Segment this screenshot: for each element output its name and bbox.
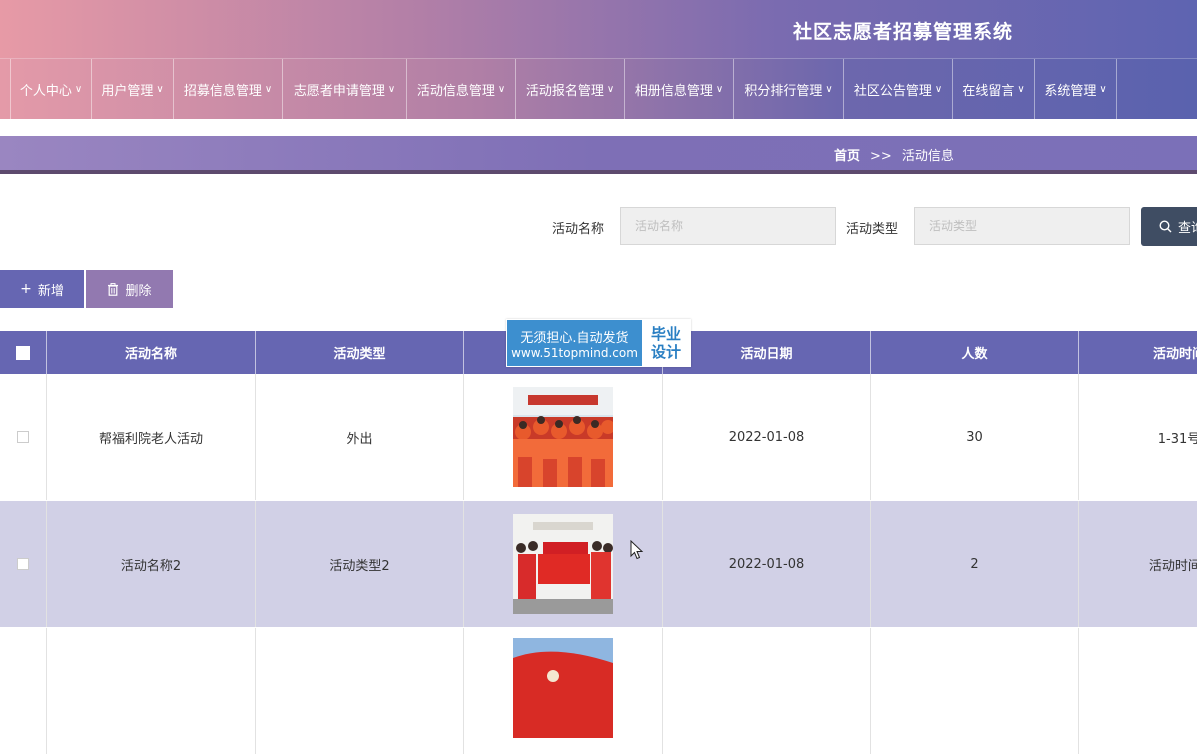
chevron-down-icon: ∨ [934,83,943,95]
mouse-cursor-icon [630,540,644,560]
nav-item-recruit[interactable]: 招募信息管理 ∨ [174,59,283,119]
breadcrumb: 首页 >> 活动信息 [834,145,954,164]
cell-activity-image [464,374,663,500]
chevron-down-icon: ∨ [606,83,615,95]
cell-activity-image [464,501,663,627]
activity-photo [513,514,613,614]
add-button[interactable]: + 新增 [0,270,84,308]
cell-activity-name: 活动名称2 [47,501,256,627]
plus-icon: + [20,281,32,297]
app-title: 社区志愿者招募管理系统 [793,21,1014,43]
header-activity-name: 活动名称 [47,331,256,374]
chevron-down-icon: ∨ [1017,83,1025,95]
chevron-down-icon: ∨ [497,83,506,95]
search-icon [1159,220,1172,233]
watermark-badge: 无须担心.自动发货 www.51topmind.com 毕业 设计 [506,319,691,367]
select-all-checkbox[interactable] [16,345,30,360]
breadcrumb-home[interactable]: 首页 [834,149,860,164]
watermark-tag1: 毕业 [650,325,681,343]
breadcrumb-separator: >> [870,149,892,164]
activity-type-label: 活动类型 [846,222,899,237]
activity-photo [513,387,613,487]
activity-name-input[interactable] [620,207,836,245]
chevron-down-icon: ∨ [1099,83,1107,95]
nav-item-messages[interactable]: 在线留言 ∨ [953,59,1035,119]
trash-icon [108,282,119,296]
cell-activity-time [1079,628,1197,754]
delete-button[interactable]: 删除 [86,270,173,308]
header-activity-type: 活动类型 [256,331,464,374]
table-row[interactable]: 帮福利院老人活动 外出 2022-01-08 30 1-31号 [0,374,1197,500]
chevron-down-icon: ∨ [156,83,164,95]
chevron-down-icon: ∨ [715,83,724,95]
table-row[interactable]: 活动名称2 活动类型2 2022-01-08 2 活动时间2 [0,501,1197,627]
chevron-down-icon: ∨ [825,83,833,95]
row-checkbox[interactable] [17,558,29,570]
cell-count: 30 [871,374,1079,500]
chevron-down-icon: ∨ [74,83,83,95]
cell-activity-date: 2022-01-08 [663,374,871,500]
cell-count: 2 [871,501,1079,627]
select-all-cell [0,331,47,374]
nav-item-volunteer-apply[interactable]: 志愿者申请管理 ∨ [283,59,407,119]
breadcrumb-bar: 首页 >> 活动信息 [0,136,1197,174]
nav-item-activity-signup[interactable]: 活动报名管理 ∨ [516,59,625,119]
cell-activity-type [256,628,464,754]
main-nav: 个人中心 ∨ 用户管理 ∨ 招募信息管理 ∨ 志愿者申请管理 ∨ 活动信息管理 ∨ 活动报… [0,58,1197,119]
nav-item-system[interactable]: 系统管理 ∨ [1035,59,1117,119]
cell-activity-date [663,628,871,754]
nav-item-notice[interactable]: 社区公告管理 ∨ [844,59,953,119]
nav-item-personal[interactable]: 个人中心 ∨ [11,59,92,119]
activity-name-label: 活动名称 [552,222,605,237]
cell-activity-time: 活动时间2 [1148,558,1197,574]
header-activity-date: 活动日期 [663,331,871,374]
app-header: 社区志愿者招募管理系统 [0,0,1197,58]
activity-photo [513,638,613,738]
cell-activity-type: 外出 [256,374,464,500]
watermark-tag2: 设计 [650,343,681,361]
watermark-line2: www.51topmind.com [511,345,638,360]
nav-item-users[interactable]: 用户管理 ∨ [92,59,174,119]
nav-item-activity-info[interactable]: 活动信息管理 ∨ [407,59,516,119]
watermark-line1: 无须担心.自动发货 [520,330,629,346]
activity-type-input[interactable] [914,207,1130,245]
chevron-down-icon: ∨ [264,83,273,95]
nav-item-album[interactable]: 相册信息管理 ∨ [625,59,734,119]
cell-activity-date: 2022-01-08 [663,501,871,627]
row-checkbox[interactable] [17,431,29,443]
cell-activity-type: 活动类型2 [256,501,464,627]
header-count: 人数 [871,331,1079,374]
cell-activity-time: 1-31号 [1157,431,1197,447]
breadcrumb-current: 活动信息 [901,149,954,164]
table-row[interactable] [0,628,1197,754]
chevron-down-icon: ∨ [387,83,396,95]
cell-activity-name [47,628,256,754]
header-activity-time: 活动时间 [1152,347,1197,362]
cell-activity-image [464,628,663,754]
cell-count [871,628,1079,754]
nav-item-points-rank[interactable]: 积分排行管理 ∨ [734,59,844,119]
search-button[interactable]: 查询 [1141,207,1197,246]
cell-activity-name: 帮福利院老人活动 [47,374,256,500]
